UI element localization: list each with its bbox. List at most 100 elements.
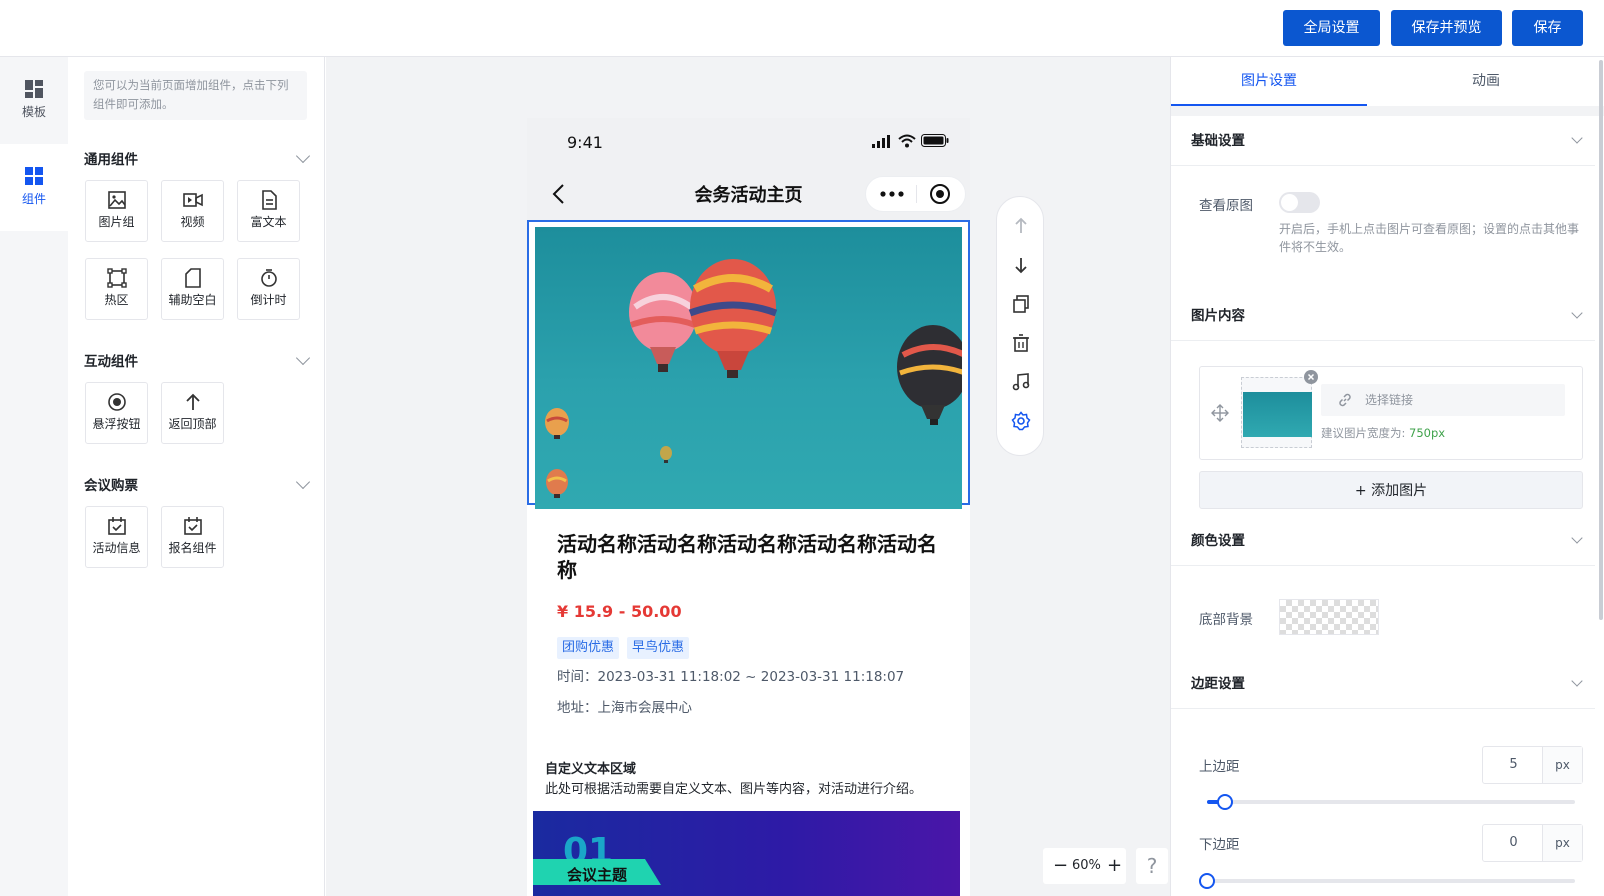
component-label: 倒计时 — [250, 293, 287, 307]
section-image-content[interactable]: 图片内容 — [1171, 291, 1595, 341]
view-original-toggle[interactable] — [1279, 192, 1320, 213]
components-panel: 您可以为当前页面增加组件，点击下列组件即可添加。 通用组件 图片组 视频 富文本… — [68, 57, 325, 896]
timer-icon — [260, 269, 277, 287]
nav-item-label: 模板 — [21, 105, 46, 119]
component-event-info[interactable]: 活动信息 — [85, 506, 148, 568]
image-icon — [107, 191, 126, 209]
event-title: 活动名称活动名称活动名称活动名称活动名称 — [557, 532, 937, 582]
component-image-group[interactable]: 图片组 — [85, 180, 148, 242]
custom-text-title: 自定义文本区域 — [545, 762, 637, 777]
event-address: 地址：上海市会展中心 — [557, 700, 692, 716]
mini-nav-bar: 会务活动主页 — [527, 168, 970, 220]
tag-early-bird: 早鸟优惠 — [627, 637, 690, 659]
bottom-margin-slider[interactable] — [1199, 873, 1575, 889]
panel-scrollbar[interactable] — [1599, 60, 1603, 620]
top-margin-value[interactable]: 5 — [1483, 747, 1544, 783]
event-price: ¥ 15.9 - 50.00 — [557, 602, 682, 621]
component-grid-icon — [25, 167, 43, 185]
blank-icon — [184, 268, 201, 288]
zoom-out-button[interactable]: − — [1053, 848, 1068, 884]
top-margin-input[interactable]: 5 px — [1482, 746, 1583, 784]
remove-image-icon[interactable] — [1304, 370, 1318, 384]
bottom-margin-input[interactable]: 0 px — [1482, 824, 1583, 862]
save-preview-button[interactable]: 保存并预览 — [1391, 10, 1502, 46]
section-title: 边距设置 — [1191, 676, 1245, 692]
panel-tip: 您可以为当前页面增加组件，点击下列组件即可添加。 — [84, 71, 307, 120]
calendar-check-icon — [183, 517, 202, 535]
image-width-hint: 建议图片宽度为: 750px — [1321, 425, 1445, 441]
arrow-up-icon — [185, 393, 200, 410]
component-registration[interactable]: 报名组件 — [161, 506, 224, 568]
more-icon[interactable] — [880, 191, 904, 197]
chevron-down-icon[interactable] — [1571, 132, 1583, 144]
section-title: 颜色设置 — [1191, 533, 1245, 549]
link-icon — [1339, 393, 1351, 407]
section-title-general[interactable]: 通用组件 — [84, 148, 138, 168]
unit-label: px — [1542, 747, 1582, 783]
tab-image-settings[interactable]: 图片设置 — [1171, 57, 1367, 106]
delete-icon[interactable] — [1011, 333, 1031, 353]
capsule-menu[interactable] — [865, 176, 966, 212]
select-link-input[interactable]: 选择链接 — [1321, 384, 1565, 416]
component-label: 报名组件 — [168, 541, 217, 555]
music-icon[interactable] — [1011, 372, 1031, 392]
section-title: 图片内容 — [1191, 308, 1245, 324]
link-placeholder: 选择链接 — [1365, 393, 1414, 407]
global-settings-button[interactable]: 全局设置 — [1283, 10, 1380, 46]
close-miniprogram-icon[interactable] — [929, 183, 951, 205]
section-title-interactive[interactable]: 互动组件 — [84, 350, 138, 370]
save-button[interactable]: 保存 — [1512, 10, 1583, 46]
unit-label: px — [1542, 825, 1582, 861]
battery-icon — [921, 134, 949, 147]
hotspot-icon — [106, 268, 127, 288]
component-label: 活动信息 — [92, 541, 141, 555]
component-countdown[interactable]: 倒计时 — [237, 258, 300, 320]
add-image-button[interactable]: + 添加图片 — [1199, 471, 1583, 509]
thumbnail-picture — [1243, 392, 1312, 437]
help-button[interactable]: ? — [1136, 848, 1168, 884]
chevron-down-icon[interactable] — [1571, 532, 1583, 544]
chevron-down-icon[interactable] — [1571, 675, 1583, 687]
wifi-icon — [898, 134, 916, 148]
selected-image-block[interactable] — [527, 220, 970, 509]
arrow-up-icon[interactable] — [1011, 216, 1031, 236]
nav-item-label: 组件 — [21, 192, 46, 206]
nav-item-template[interactable]: 模板 — [0, 57, 68, 144]
image-thumbnail[interactable] — [1241, 377, 1312, 448]
chevron-down-icon[interactable] — [1571, 307, 1583, 319]
settings-icon[interactable] — [1011, 411, 1031, 431]
chevron-down-icon[interactable] — [295, 474, 311, 490]
document-icon — [261, 190, 277, 210]
zoom-level: 60% — [1072, 858, 1101, 873]
section-title-ticketing[interactable]: 会议购票 — [84, 474, 138, 494]
slider-handle[interactable] — [1199, 873, 1215, 889]
copy-icon[interactable] — [1011, 294, 1031, 314]
tab-animation[interactable]: 动画 — [1367, 57, 1604, 106]
nav-item-components[interactable]: 组件 — [0, 144, 68, 231]
chevron-down-icon[interactable] — [295, 350, 311, 366]
bottom-margin-value[interactable]: 0 — [1483, 825, 1544, 861]
drag-move-icon[interactable] — [1211, 404, 1229, 422]
section-margin-settings[interactable]: 边距设置 — [1171, 659, 1595, 709]
section-title: 基础设置 — [1191, 133, 1245, 149]
left-nav: 模板 组件 — [0, 57, 68, 896]
component-hotspot[interactable]: 热区 — [85, 258, 148, 320]
float-button-icon — [107, 393, 126, 411]
arrow-down-icon[interactable] — [1011, 255, 1031, 275]
bottom-bg-color-picker[interactable] — [1279, 599, 1379, 635]
zoom-in-button[interactable]: + — [1107, 848, 1122, 884]
component-video[interactable]: 视频 — [161, 180, 224, 242]
component-float-button[interactable]: 悬浮按钮 — [85, 382, 148, 444]
theme-banner: 01 会议主题 — [533, 811, 960, 896]
component-label: 视频 — [180, 215, 205, 229]
component-blank[interactable]: 辅助空白 — [161, 258, 224, 320]
section-basic-settings[interactable]: 基础设置 — [1171, 116, 1595, 166]
component-label: 热区 — [104, 293, 129, 307]
event-time: 时间：2023-03-31 11:18:02 ~ 2023-03-31 11:1… — [557, 669, 905, 685]
chevron-down-icon[interactable] — [295, 148, 311, 164]
video-icon — [182, 193, 203, 207]
section-color-settings[interactable]: 颜色设置 — [1171, 516, 1595, 566]
top-margin-slider[interactable] — [1207, 794, 1575, 810]
component-back-to-top[interactable]: 返回顶部 — [161, 382, 224, 444]
component-rich-text[interactable]: 富文本 — [237, 180, 300, 242]
